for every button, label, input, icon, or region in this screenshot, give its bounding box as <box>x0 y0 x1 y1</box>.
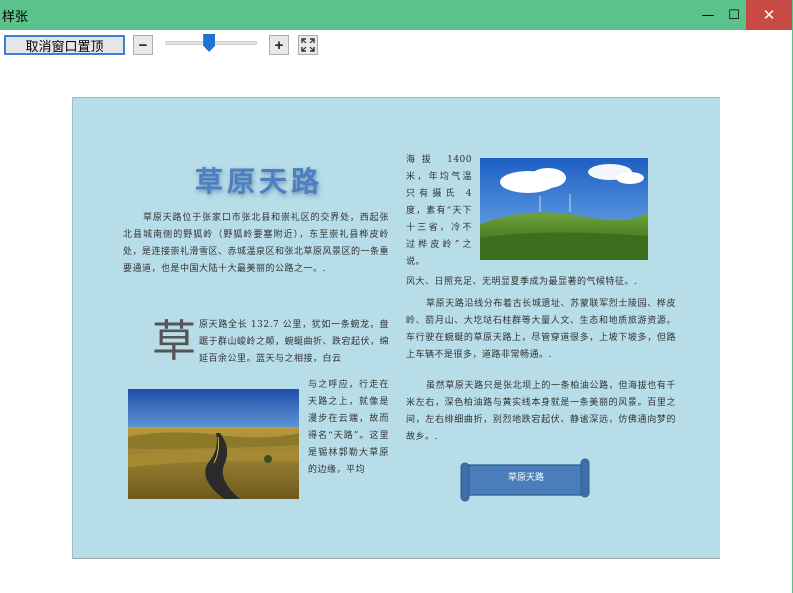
close-button[interactable]: ✕ <box>746 0 792 30</box>
zoom-in-button[interactable]: + <box>269 35 289 55</box>
col1-paragraph-2a: 原天路全长 132.7 公里，犹如一条蜿龙，盘踞于群山峻岭之颠，蜿蜒曲折、跌宕起… <box>199 320 390 364</box>
col2-paragraph-1b: 风大、日照充足、无明显夏季成为最显著的气候特征。. <box>406 277 638 287</box>
page-title: 草原天路 <box>195 165 324 198</box>
close-icon: ✕ <box>762 6 776 24</box>
fullscreen-icon <box>301 38 315 52</box>
scroll-banner-label: 草原天路 <box>507 473 544 483</box>
toolbar: 取消窗口置顶 − + <box>0 30 792 60</box>
col2-paragraph-2: 草原天路沿线分布着古长城遗址、苏蒙联军烈士陵园、桦皮岭、箭月山、大圪垯石柱群等大… <box>406 299 676 360</box>
minimize-icon: — <box>701 7 715 23</box>
title-bar[interactable]: 样张 — ☐ ✕ <box>0 0 793 30</box>
col2-paragraph-1: 海拔 1400 米，年均气温只有摄氏 4 度，素有“天下十三省，冷不过桦皮岭”之… <box>406 155 472 267</box>
col2-paragraph-3: 虽然草原天路只是张北坝上的一条柏油公路，但海拔也有千米左右，深色柏油路与黄实线本… <box>406 381 676 442</box>
app-window: 样张 — ☐ ✕ 取消窗口置顶 − + 草原天路 草原天路位于张家口市张北县和崇… <box>0 0 793 593</box>
col1-paragraph-2b: 与之呼应，行走在天路之上，就像是漫步在云端，故而得名“天路”。这里是锡林郭勒大草… <box>308 380 389 475</box>
window-title: 样张 <box>2 10 29 25</box>
minimize-button[interactable]: — <box>696 0 720 30</box>
grassland-sky-image <box>480 158 648 260</box>
col1-paragraph-1: 草原天路位于张家口市张北县和崇礼区的交界处，西起张北县城南侧的野狐岭（野狐岭要塞… <box>123 213 390 274</box>
maximize-icon: ☐ <box>728 7 740 23</box>
drop-cap: 草 <box>152 316 196 367</box>
toggle-topmost-button[interactable]: 取消窗口置顶 <box>4 35 125 55</box>
fullscreen-button[interactable] <box>298 35 318 55</box>
road-landscape-image <box>128 389 299 499</box>
maximize-button[interactable]: ☐ <box>722 0 746 30</box>
zoom-out-button[interactable]: − <box>133 35 153 55</box>
